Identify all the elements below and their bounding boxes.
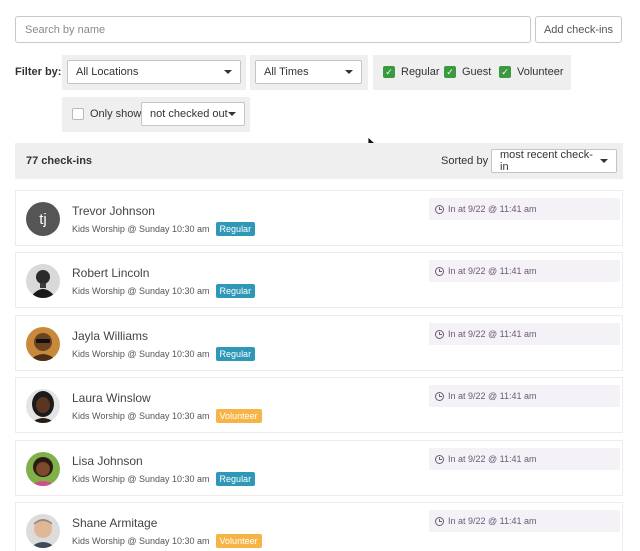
- event-info: Kids Worship @ Sunday 10:30 am Volunteer: [72, 409, 262, 423]
- type-badge: Regular: [215, 347, 256, 361]
- person-name[interactable]: Robert Lincoln: [72, 266, 149, 280]
- type-label-volunteer: Volunteer: [517, 66, 564, 78]
- time-select[interactable]: All Times: [255, 60, 362, 84]
- person-photo-avatar: [26, 389, 60, 423]
- checkin-row[interactable]: tj Trevor Johnson Kids Worship @ Sunday …: [15, 190, 623, 246]
- type-badge: Regular: [215, 222, 256, 236]
- checkin-time: In at 9/22 @ 11:41 am: [429, 448, 620, 470]
- checkin-time-text: In at 9/22 @ 11:41 am: [448, 329, 537, 339]
- location-select-value: All Locations: [76, 66, 139, 78]
- type-checkbox-regular[interactable]: ✓ Regular: [383, 66, 440, 78]
- person-name[interactable]: Lisa Johnson: [72, 454, 143, 468]
- checkin-row[interactable]: Jayla Williams Kids Worship @ Sunday 10:…: [15, 315, 623, 371]
- checkin-time-text: In at 9/22 @ 11:41 am: [448, 391, 537, 401]
- sort-select-value: most recent check-in: [500, 149, 593, 173]
- clock-icon: [435, 391, 444, 401]
- only-show-checkbox[interactable]: Only show: [72, 108, 141, 120]
- event-info: Kids Worship @ Sunday 10:30 am Regular: [72, 222, 256, 236]
- person-name[interactable]: Laura Winslow: [72, 391, 151, 405]
- initials-avatar: tj: [26, 202, 60, 236]
- chevron-down-icon: [600, 159, 608, 163]
- person-name[interactable]: Shane Armitage: [72, 516, 157, 530]
- location-select[interactable]: All Locations: [67, 60, 241, 84]
- checkin-time-text: In at 9/22 @ 11:41 am: [448, 516, 537, 526]
- clock-icon: [435, 329, 444, 339]
- person-name[interactable]: Trevor Johnson: [72, 204, 155, 218]
- checkbox-checked-icon: ✓: [499, 66, 511, 78]
- only-show-label: Only show: [90, 108, 142, 120]
- checkbox-empty-icon: [72, 108, 84, 120]
- checkin-time-text: In at 9/22 @ 11:41 am: [448, 454, 537, 464]
- type-checkbox-volunteer[interactable]: ✓ Volunteer: [499, 66, 563, 78]
- checkbox-checked-icon: ✓: [444, 66, 456, 78]
- type-badge: Regular: [215, 284, 256, 298]
- type-badge: Regular: [215, 472, 256, 486]
- search-input[interactable]: [15, 16, 531, 43]
- add-check-ins-button[interactable]: Add check-ins: [535, 16, 622, 43]
- person-name[interactable]: Jayla Williams: [72, 329, 148, 343]
- chevron-down-icon: [224, 70, 232, 74]
- checkin-time: In at 9/22 @ 11:41 am: [429, 260, 620, 282]
- chevron-down-icon: [345, 70, 353, 74]
- event-info: Kids Worship @ Sunday 10:30 am Regular: [72, 347, 256, 361]
- event-name: Kids Worship @ Sunday 10:30 am: [72, 349, 210, 359]
- checkin-time: In at 9/22 @ 11:41 am: [429, 323, 620, 345]
- type-label-regular: Regular: [401, 66, 440, 78]
- checkins-count: 77 check-ins: [26, 155, 93, 167]
- sorted-by-label: Sorted by: [441, 155, 489, 167]
- type-checkbox-guest[interactable]: ✓ Guest: [444, 66, 491, 78]
- only-show-select[interactable]: not checked out: [141, 102, 245, 126]
- person-photo-avatar: [26, 514, 60, 548]
- chevron-down-icon: [228, 112, 236, 116]
- clock-icon: [435, 516, 444, 526]
- checkin-time: In at 9/22 @ 11:41 am: [429, 198, 620, 220]
- checkin-row[interactable]: Lisa Johnson Kids Worship @ Sunday 10:30…: [15, 440, 623, 496]
- checkin-time-text: In at 9/22 @ 11:41 am: [448, 266, 537, 276]
- clock-icon: [435, 454, 444, 464]
- event-name: Kids Worship @ Sunday 10:30 am: [72, 411, 210, 421]
- event-info: Kids Worship @ Sunday 10:30 am Regular: [72, 472, 256, 486]
- type-badge: Volunteer: [215, 534, 262, 548]
- person-photo-avatar: [26, 264, 60, 298]
- search-row: Add check-ins: [15, 16, 623, 43]
- checkin-time-text: In at 9/22 @ 11:41 am: [448, 204, 537, 214]
- event-info: Kids Worship @ Sunday 10:30 am Volunteer: [72, 534, 262, 548]
- checkbox-checked-icon: ✓: [383, 66, 395, 78]
- type-badge: Volunteer: [215, 409, 262, 423]
- event-name: Kids Worship @ Sunday 10:30 am: [72, 286, 210, 296]
- filter-by-label: Filter by:: [15, 66, 62, 78]
- event-info: Kids Worship @ Sunday 10:30 am Regular: [72, 284, 256, 298]
- clock-icon: [435, 204, 444, 214]
- clock-icon: [435, 266, 444, 276]
- time-filter-panel: All Times: [250, 55, 368, 90]
- only-show-panel: Only show not checked out: [62, 97, 250, 132]
- time-select-value: All Times: [264, 66, 309, 78]
- sort-select[interactable]: most recent check-in: [491, 149, 617, 173]
- type-filter-panel: ✓ Regular ✓ Guest ✓ Volunteer: [373, 55, 571, 90]
- person-photo-avatar: [26, 452, 60, 486]
- checkins-summary-bar: 77 check-ins Sorted by most recent check…: [15, 143, 623, 179]
- only-show-select-value: not checked out: [150, 108, 228, 120]
- checkin-time: In at 9/22 @ 11:41 am: [429, 510, 620, 532]
- event-name: Kids Worship @ Sunday 10:30 am: [72, 474, 210, 484]
- event-name: Kids Worship @ Sunday 10:30 am: [72, 224, 210, 234]
- person-photo-avatar: [26, 327, 60, 361]
- checkin-row[interactable]: Robert Lincoln Kids Worship @ Sunday 10:…: [15, 252, 623, 308]
- checkin-row[interactable]: Shane Armitage Kids Worship @ Sunday 10:…: [15, 502, 623, 551]
- location-filter-panel: All Locations: [62, 55, 246, 90]
- type-label-guest: Guest: [462, 66, 492, 78]
- event-name: Kids Worship @ Sunday 10:30 am: [72, 536, 210, 546]
- checkin-row[interactable]: Laura Winslow Kids Worship @ Sunday 10:3…: [15, 377, 623, 433]
- checkin-time: In at 9/22 @ 11:41 am: [429, 385, 620, 407]
